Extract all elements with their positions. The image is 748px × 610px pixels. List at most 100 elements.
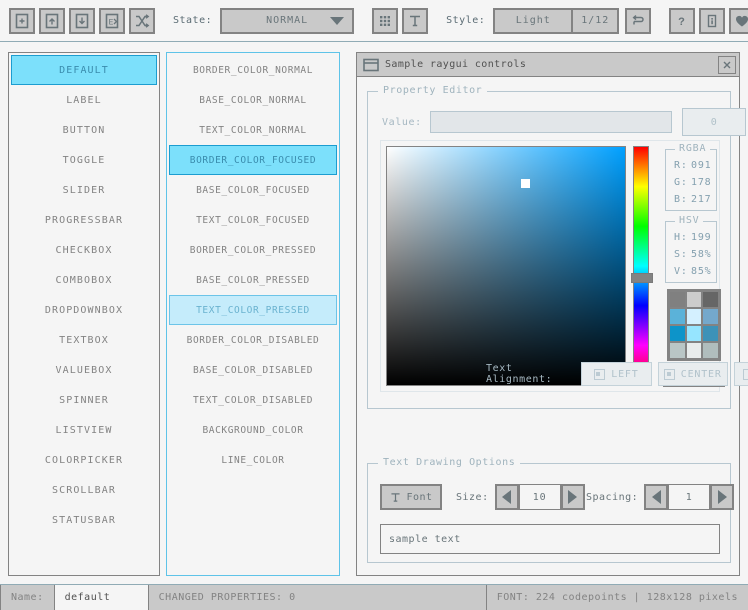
info-icon	[708, 14, 717, 27]
export-style-button[interactable]: E	[99, 7, 125, 34]
control-item-statusbar[interactable]: STATUSBAR	[11, 505, 157, 535]
value-picker-button[interactable]: 0	[681, 108, 746, 136]
property-item-base_color_normal[interactable]: BASE_COLOR_NORMAL	[169, 85, 337, 115]
control-item-combobox[interactable]: COMBOBOX	[11, 265, 157, 295]
color-swatch-7[interactable]	[685, 325, 703, 342]
style-name-button[interactable]: Light	[493, 7, 574, 34]
random-style-button[interactable]	[129, 7, 155, 34]
color-swatch-0[interactable]	[669, 291, 686, 308]
color-swatch-5[interactable]	[702, 308, 719, 325]
color-picker-sv-area[interactable]	[386, 146, 626, 386]
controls-listview[interactable]: DEFAULT LABEL BUTTON TOGGLE SLIDER PROGRESSBA…	[8, 52, 160, 576]
font-size-spinner: Size: 10	[456, 484, 585, 510]
font-atlas-button[interactable]	[402, 7, 429, 34]
sample-text-input[interactable]: sample text	[380, 524, 720, 554]
help-button[interactable]: ?	[669, 7, 696, 34]
font-select-button[interactable]: Font	[380, 484, 442, 510]
property-item-border_color_pressed[interactable]: BORDER_COLOR_PRESSED	[169, 235, 337, 265]
control-item-slider[interactable]: SLIDER	[11, 175, 157, 205]
state-dropdown[interactable]: NORMAL	[220, 7, 355, 34]
new-style-button[interactable]	[9, 7, 35, 34]
info-button[interactable]	[699, 7, 726, 34]
font-spacing-spinner: Spacing: 1	[586, 484, 735, 510]
color-picker-cursor[interactable]	[521, 178, 531, 188]
rgba-key: R:	[674, 160, 688, 171]
align-left-icon	[594, 368, 606, 380]
sponsor-button[interactable]	[729, 7, 748, 34]
property-item-border_color_normal[interactable]: BORDER_COLOR_NORMAL	[169, 55, 337, 85]
spacing-value[interactable]: 1	[668, 484, 711, 510]
property-item-line_color[interactable]: LINE_COLOR	[169, 445, 337, 475]
align-right-button[interactable]: RIGHT	[733, 362, 748, 386]
load-style-button[interactable]	[39, 7, 65, 34]
property-item-border_color_disabled[interactable]: BORDER_COLOR_DISABLED	[169, 325, 337, 355]
control-item-colorpicker[interactable]: COLORPICKER	[11, 445, 157, 475]
color-swatch-10[interactable]	[685, 342, 703, 359]
property-item-border_color_focused[interactable]: BORDER_COLOR_FOCUSED	[169, 145, 337, 175]
color-swatch-1[interactable]	[685, 291, 703, 308]
color-swatch-grid[interactable]	[667, 289, 721, 361]
hue-selector[interactable]	[631, 272, 653, 283]
control-item-spinner[interactable]: SPINNER	[11, 385, 157, 415]
size-decrement-button[interactable]	[494, 484, 519, 510]
color-swatch-2[interactable]	[702, 291, 719, 308]
style-counter[interactable]: 1/12	[573, 7, 620, 34]
hsv-row: V: 85%	[666, 263, 716, 280]
control-item-valuebox[interactable]: VALUEBOX	[11, 355, 157, 385]
control-item-listview[interactable]: LISTVIEW	[11, 415, 157, 445]
color-swatch-4[interactable]	[685, 308, 703, 325]
control-item-dropdownbox[interactable]: DROPDOWNBOX	[11, 295, 157, 325]
color-swatch-3[interactable]	[669, 308, 686, 325]
align-left-button[interactable]: LEFT	[581, 362, 652, 386]
status-bar: Name: default CHANGED PROPERTIES: 0 FONT…	[0, 584, 748, 610]
rgba-value: 178	[691, 177, 712, 188]
color-swatch-8[interactable]	[702, 325, 719, 342]
control-item-scrollbar[interactable]: SCROLLBAR	[11, 475, 157, 505]
color-picker-hue-bar[interactable]	[631, 146, 653, 386]
property-item-base_color_pressed[interactable]: BASE_COLOR_PRESSED	[169, 265, 337, 295]
control-item-button[interactable]: BUTTON	[11, 115, 157, 145]
align-center-button[interactable]: CENTER	[657, 362, 728, 386]
color-swatch-9[interactable]	[669, 342, 686, 359]
properties-list-items: BORDER_COLOR_NORMAL BASE_COLOR_NORMAL TEXT…	[167, 53, 339, 477]
size-increment-button[interactable]	[560, 484, 585, 510]
chevron-left-icon	[502, 490, 512, 504]
window-close-button[interactable]	[718, 55, 736, 74]
control-item-label[interactable]: LABEL	[11, 85, 157, 115]
hsv-value: 199	[691, 232, 712, 243]
hsv-values-box: HSV H: 199 S: 58% V: 85%	[665, 215, 717, 283]
control-item-toggle[interactable]: TOGGLE	[11, 145, 157, 175]
grid-toggle-button[interactable]	[372, 7, 399, 34]
property-item-text_color_disabled[interactable]: TEXT_COLOR_DISABLED	[169, 385, 337, 415]
sv-gradient	[387, 147, 625, 385]
control-item-default[interactable]: DEFAULT	[11, 55, 157, 85]
property-item-base_color_focused[interactable]: BASE_COLOR_FOCUSED	[169, 175, 337, 205]
value-input[interactable]	[429, 111, 672, 133]
file-button-group: E	[0, 0, 164, 42]
style-name-input[interactable]: default	[54, 585, 149, 610]
reload-style-button[interactable]	[625, 7, 652, 34]
property-item-text_color_pressed[interactable]: TEXT_COLOR_PRESSED	[169, 295, 337, 325]
spacing-decrement-button[interactable]	[644, 484, 669, 510]
control-item-checkbox[interactable]: CHECKBOX	[11, 235, 157, 265]
spacing-increment-button[interactable]	[710, 484, 735, 510]
chevron-down-icon	[330, 16, 345, 25]
property-item-text_color_normal[interactable]: TEXT_COLOR_NORMAL	[169, 115, 337, 145]
properties-listview[interactable]: BORDER_COLOR_NORMAL BASE_COLOR_NORMAL TEXT…	[166, 52, 340, 576]
size-value[interactable]: 10	[518, 484, 561, 510]
save-style-button[interactable]	[69, 7, 95, 34]
color-swatch-11[interactable]	[702, 342, 719, 359]
state-dropdown-value: NORMAL	[266, 15, 309, 26]
property-item-text_color_focused[interactable]: TEXT_COLOR_FOCUSED	[169, 205, 337, 235]
control-item-textbox[interactable]: TEXTBOX	[11, 325, 157, 355]
heart-icon	[736, 15, 748, 26]
hsv-rows: H: 199 S: 58% V: 85%	[666, 222, 716, 280]
control-item-progressbar[interactable]: PROGRESSBAR	[11, 205, 157, 235]
property-item-base_color_disabled[interactable]: BASE_COLOR_DISABLED	[169, 355, 337, 385]
svg-text:E: E	[109, 18, 114, 27]
view-group	[363, 0, 437, 42]
property-item-background_color[interactable]: BACKGROUND_COLOR	[169, 415, 337, 445]
font-button-label: Font	[406, 491, 433, 503]
value-label: Value:	[382, 116, 422, 128]
color-swatch-6[interactable]	[669, 325, 686, 342]
